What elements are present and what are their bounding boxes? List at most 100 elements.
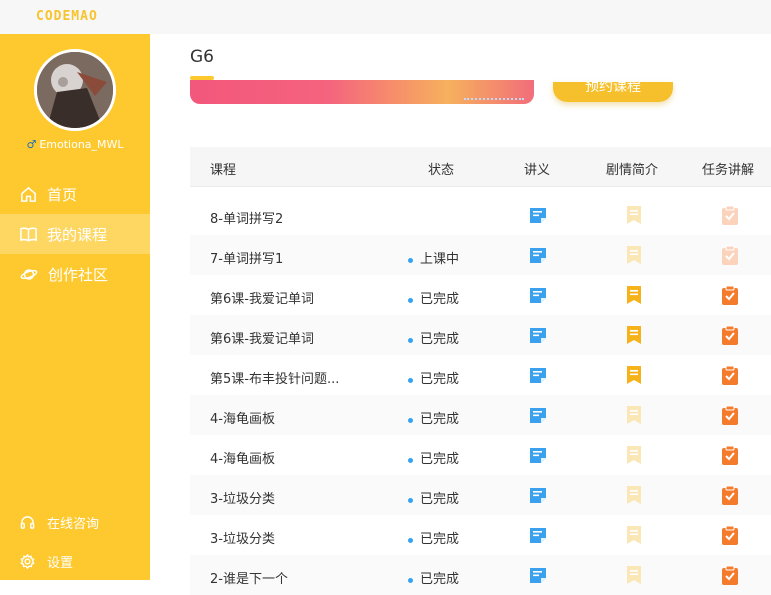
plot-icon[interactable] [625,365,643,389]
status-text: 已完成 [420,532,460,547]
table-row: 4-海龟画板 已完成 [190,435,771,475]
plot-icon[interactable] [625,325,643,349]
course-name[interactable]: 第6课-我爱记单词 [210,328,314,347]
course-name[interactable]: 第6课-我爱记单词 [210,288,314,307]
status-dot [408,338,413,343]
status-text: 已完成 [420,492,460,507]
status-dot [408,538,413,543]
handout-icon[interactable] [528,565,548,589]
nav-item-home[interactable]: 首页 [0,174,150,214]
plot-icon[interactable] [625,285,643,309]
status-text: 上课中 [420,252,460,267]
table-row: 3-垃圾分类 已完成 [190,515,771,555]
status-cell: 已完成 [408,528,459,547]
header-handout: 讲义 [524,163,551,178]
nav-item-my-courses[interactable]: 我的课程 [0,214,150,254]
nav-item-settings[interactable]: 设置 [0,546,150,576]
nav-item-community[interactable]: 创作社区 [0,254,150,294]
status-text: 已完成 [420,332,460,347]
status-dot [408,378,413,383]
username[interactable]: Emotiona_MWL [39,138,123,151]
handout-icon[interactable] [528,445,548,469]
course-name[interactable]: 7-单词拼写1 [210,248,283,267]
status-dot [408,258,413,263]
table-row: 第6课-我爱记单词 已完成 [190,275,771,315]
handout-icon[interactable] [528,525,548,549]
status-dot [408,458,413,463]
table-row: 7-单词拼写1 上课中 [190,235,771,275]
status-cell: 已完成 [408,408,459,427]
task-icon[interactable] [721,365,739,389]
codemao-logo[interactable]: CODEMAO [36,9,98,24]
status-text: 已完成 [420,452,460,467]
task-icon [721,205,739,229]
male-gender-icon: ♂ [26,138,37,151]
status-dot [408,298,413,303]
status-dot [408,498,413,503]
nav-item-settings-label: 设置 [47,555,74,571]
status-dot [408,418,413,423]
plot-icon [625,205,643,229]
course-banner[interactable] [190,80,534,104]
sidebar: ♂ Emotiona_MWL 首页 我的课程 创作社区 在线咨询 设置 [0,34,150,580]
status-cell: 已完成 [408,448,459,467]
avatar[interactable] [34,49,116,131]
handout-icon[interactable] [528,285,548,309]
task-icon[interactable] [721,285,739,309]
status-dot [408,578,413,583]
table-row: 2-谁是下一个 已完成 [190,555,771,595]
handout-icon[interactable] [528,245,548,269]
planet-icon [20,268,38,280]
course-name[interactable]: 4-海龟画板 [210,448,275,467]
plot-icon [625,445,643,469]
banner-decoration [464,98,524,100]
username-row: ♂ Emotiona_MWL [0,138,150,151]
table-row: 3-垃圾分类 已完成 [190,475,771,515]
book-course-button[interactable]: 预约课程 [553,82,673,102]
nav-item-home-label: 首页 [47,185,78,204]
handout-icon[interactable] [528,205,548,229]
class-title: G6 [190,47,214,67]
nav-item-online-consult-label: 在线咨询 [47,516,100,532]
table-header: 课程 状态 讲义 剧情简介 任务讲解 [190,147,771,187]
course-name[interactable]: 3-垃圾分类 [210,528,275,547]
status-cell: 已完成 [408,288,459,307]
task-icon[interactable] [721,405,739,429]
status-text: 已完成 [420,292,460,307]
home-icon [21,186,36,202]
course-name[interactable]: 8-单词拼写2 [210,208,283,227]
plot-icon [625,245,643,269]
handout-icon[interactable] [528,405,548,429]
status-cell: 已完成 [408,488,459,507]
handout-icon[interactable] [528,485,548,509]
task-icon[interactable] [721,485,739,509]
course-name[interactable]: 2-谁是下一个 [210,568,288,587]
book-icon [20,226,37,241]
nav-item-online-consult[interactable]: 在线咨询 [0,507,150,537]
plot-icon [625,565,643,589]
task-icon[interactable] [721,325,739,349]
task-icon [721,245,739,269]
table-row: 第6课-我爱记单词 已完成 [190,315,771,355]
plot-icon [625,405,643,429]
table-row: 4-海龟画板 已完成 [190,395,771,435]
gear-icon [20,553,35,569]
header-course: 课程 [210,163,237,178]
header-plot: 剧情简介 [606,163,659,178]
course-name[interactable]: 第5课-布丰投针问题... [210,368,339,387]
status-text: 已完成 [420,412,460,427]
header-status: 状态 [428,163,455,178]
handout-icon[interactable] [528,325,548,349]
task-icon[interactable] [721,445,739,469]
status-cell: 已完成 [408,368,459,387]
handout-icon[interactable] [528,365,548,389]
plot-icon [625,525,643,549]
course-name[interactable]: 4-海龟画板 [210,408,275,427]
status-cell: 已完成 [408,568,459,587]
course-name[interactable]: 3-垃圾分类 [210,488,275,507]
headset-icon [20,515,35,529]
task-icon[interactable] [721,525,739,549]
header-task: 任务讲解 [702,163,755,178]
status-text: 已完成 [420,372,460,387]
task-icon[interactable] [721,565,739,589]
